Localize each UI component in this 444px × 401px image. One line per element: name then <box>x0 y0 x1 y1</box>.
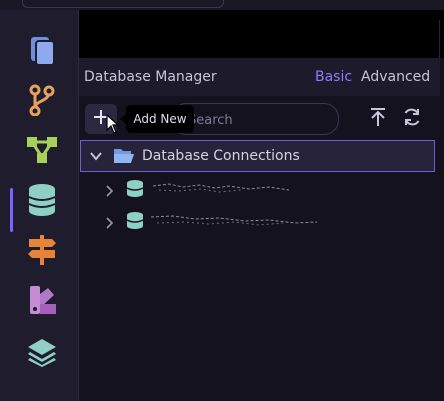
command-center-field[interactable] <box>22 0 224 8</box>
database-manager-panel: Database Manager Basic Advanced Add New <box>79 58 440 401</box>
mouse-pointer-icon <box>106 113 120 138</box>
window-top-strip <box>0 0 444 10</box>
activity-layers[interactable] <box>22 334 62 374</box>
chevron-down-icon[interactable] <box>89 148 103 167</box>
activity-palette[interactable] <box>22 282 62 322</box>
editor-area <box>79 10 444 68</box>
tree-root-label: Database Connections <box>142 148 300 164</box>
activity-graph[interactable] <box>22 132 62 172</box>
add-new-tooltip: Add New <box>120 105 194 133</box>
tab-advanced[interactable]: Advanced <box>361 69 430 85</box>
activity-signpost[interactable] <box>22 232 62 272</box>
redacted-connection-name <box>152 183 290 193</box>
git-branch-icon <box>28 84 56 120</box>
database-icon <box>27 183 57 221</box>
collapse-all-button[interactable] <box>365 106 391 132</box>
upload-icon <box>369 107 387 131</box>
activity-database[interactable] <box>22 182 62 222</box>
database-icon <box>125 178 145 202</box>
files-icon <box>27 34 57 70</box>
redacted-connection-name <box>150 215 318 226</box>
activity-source-control[interactable] <box>22 82 62 122</box>
chevron-right-icon[interactable] <box>103 214 115 233</box>
activity-bar <box>0 10 79 401</box>
tree-root-database-connections[interactable]: Database Connections <box>80 140 435 172</box>
search-field[interactable] <box>171 103 339 135</box>
tab-basic[interactable]: Basic <box>315 69 352 85</box>
layers-icon <box>26 337 58 371</box>
active-indicator <box>10 188 13 232</box>
search-input[interactable] <box>186 110 330 130</box>
database-icon <box>125 210 145 234</box>
tree-item-connection-1[interactable] <box>79 174 379 202</box>
refresh-icon <box>402 107 422 131</box>
panel-title: Database Manager <box>84 69 217 85</box>
tree-item-connection-2[interactable] <box>79 206 379 234</box>
panel-header: Database Manager Basic Advanced <box>79 58 440 96</box>
activity-files[interactable] <box>22 32 62 72</box>
palette-icon <box>26 284 58 320</box>
signpost-icon <box>26 233 58 271</box>
folder-open-icon <box>113 146 135 168</box>
chevron-right-icon[interactable] <box>103 182 115 201</box>
refresh-button[interactable] <box>399 106 425 132</box>
graph-icon <box>26 135 58 169</box>
